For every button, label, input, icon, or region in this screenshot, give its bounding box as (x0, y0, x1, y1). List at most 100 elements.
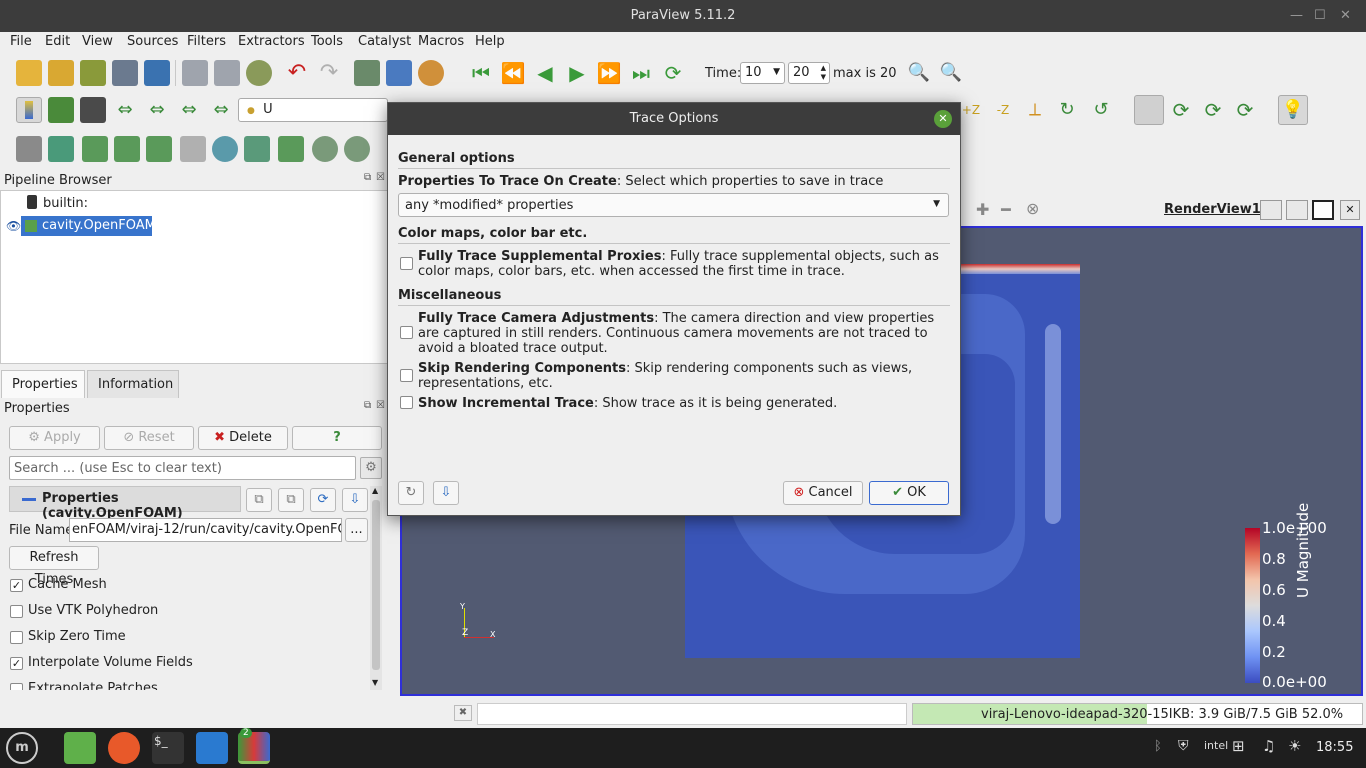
properties-scrollbar[interactable]: ▲ ▼ (370, 486, 382, 690)
apply-button[interactable]: ⚙ Apply (9, 426, 100, 450)
open-icon[interactable] (16, 60, 42, 86)
contour-icon[interactable] (48, 136, 74, 162)
dialog-close-icon[interactable]: ✕ (934, 110, 952, 128)
edit-colormap-icon[interactable] (48, 97, 74, 123)
supplemental-proxies-checkbox[interactable] (400, 257, 413, 270)
menu-sources[interactable]: Sources (127, 34, 178, 49)
extract-level-icon[interactable] (344, 136, 370, 162)
state-save-icon[interactable] (182, 60, 208, 86)
menu-view[interactable]: View (82, 34, 113, 49)
loop-icon[interactable]: ⟳ (660, 60, 686, 86)
menu-edit[interactable]: Edit (45, 34, 70, 49)
vtk-polyhedron-checkbox[interactable] (10, 605, 23, 618)
threshold-icon[interactable] (146, 136, 172, 162)
menu-filters[interactable]: Filters (187, 34, 226, 49)
sound-icon[interactable]: ♫ (1262, 737, 1275, 755)
skip-zero-time-checkbox[interactable] (10, 631, 23, 644)
view-plus-z-icon[interactable]: +Z (958, 97, 984, 123)
reset-center-icon[interactable]: ⟳ (1232, 97, 1258, 123)
split-add-icon[interactable]: ✚ (976, 200, 989, 219)
firefox-icon[interactable] (108, 732, 140, 764)
warp-icon[interactable] (278, 136, 304, 162)
files-icon[interactable] (64, 732, 96, 764)
view-minus-z-icon[interactable]: -Z (990, 97, 1016, 123)
reset-range-icon[interactable] (80, 97, 106, 123)
interaction-mode-icon[interactable] (1134, 95, 1164, 125)
vscode-icon[interactable] (196, 732, 228, 764)
clock[interactable]: 18:55 (1316, 740, 1353, 755)
next-frame-icon[interactable]: ⏩ (596, 60, 622, 86)
play-icon[interactable]: ▶ (564, 60, 590, 86)
group-icon[interactable] (312, 136, 338, 162)
rotate-minus90-icon[interactable]: ↺ (1088, 97, 1114, 123)
rescale-time-icon[interactable]: ⇔ (176, 97, 202, 123)
properties-close-icon[interactable]: ☒ (376, 400, 385, 411)
camera-reset-icon[interactable] (354, 60, 380, 86)
close-view-icon[interactable]: ✕ (1340, 200, 1360, 220)
reverse-play-icon[interactable]: ◀ (532, 60, 558, 86)
first-frame-icon[interactable]: ⏮ (468, 60, 494, 86)
delete-button[interactable]: ✖ Delete (198, 426, 288, 450)
menu-extractors[interactable]: Extractors (238, 34, 305, 49)
save-defaults-icon[interactable]: ⇩ (433, 481, 459, 505)
maximize-icon[interactable]: ☐ (1314, 0, 1326, 32)
interpolate-fields-checkbox[interactable]: ✓ (10, 657, 23, 670)
tab-information[interactable]: Information (87, 370, 179, 398)
rescale-visible-icon[interactable]: ⇔ (208, 97, 234, 123)
tab-properties[interactable]: Properties (1, 370, 85, 398)
properties-to-trace-select[interactable]: any *modified* properties ▼ (398, 193, 949, 217)
pick-center-icon[interactable]: ⟳ (1200, 97, 1226, 123)
rotate-plus90-icon[interactable]: ↻ (1054, 97, 1080, 123)
extrapolate-patches-checkbox[interactable] (10, 683, 23, 690)
cancel-button[interactable]: ⊗ Cancel (783, 481, 863, 505)
timer-icon[interactable] (246, 60, 272, 86)
camera-adjustments-checkbox[interactable] (400, 326, 413, 339)
light-kit-icon[interactable]: 💡 (1278, 95, 1308, 125)
pipeline-item-builtin[interactable]: builtin: (43, 196, 88, 211)
network-icon[interactable]: ⊞ (1232, 737, 1245, 755)
clip-icon[interactable] (82, 136, 108, 162)
time-index-spinbox[interactable]: 20 ▲ ▼ (788, 62, 830, 84)
skip-rendering-checkbox[interactable] (400, 369, 413, 382)
close-icon[interactable]: ✕ (1340, 0, 1351, 32)
undo-icon[interactable]: ↶ (284, 60, 310, 86)
rotation-center-icon[interactable]: ⟳ (1168, 97, 1194, 123)
visibility-eye-icon[interactable]: 👁 (6, 219, 21, 233)
incremental-trace-checkbox[interactable] (400, 396, 413, 409)
split-vertical-icon[interactable] (1286, 200, 1308, 220)
slice-icon[interactable] (114, 136, 140, 162)
browse-button[interactable]: ... (345, 518, 368, 542)
paste-icon[interactable]: ⧉ (278, 488, 304, 512)
cache-mesh-checkbox[interactable]: ✓ (10, 579, 23, 592)
menu-catalyst[interactable]: Catalyst (358, 34, 411, 49)
menu-file[interactable]: File (10, 34, 32, 49)
close-panel-icon[interactable]: ☒ (376, 172, 385, 183)
find-data-icon[interactable]: 🔍 (906, 60, 932, 86)
connect-icon[interactable] (112, 60, 138, 86)
terminal-icon[interactable]: $_ (152, 732, 184, 764)
brightness-icon[interactable]: ☀ (1288, 737, 1301, 755)
color-legend-icon[interactable] (16, 97, 42, 123)
render-icon[interactable] (386, 60, 412, 86)
rescale-icon[interactable]: ⇔ (112, 97, 138, 123)
array-select[interactable]: ● U (238, 98, 388, 122)
previous-frame-icon[interactable]: ⏪ (500, 60, 526, 86)
refresh-times-button[interactable]: Refresh Times (9, 546, 99, 587)
undock-icon[interactable]: ⧉ (364, 172, 371, 183)
file-name-input[interactable]: enFOAM/viraj-12/run/cavity/cavity.OpenFO… (69, 518, 342, 542)
mint-menu-icon[interactable]: m (6, 732, 38, 764)
properties-search-input[interactable]: Search ... (use Esc to clear text) (9, 456, 356, 480)
rescale-custom-icon[interactable]: ⇔ (144, 97, 170, 123)
save-settings-icon[interactable]: ⇩ (342, 488, 368, 512)
disconnect-icon[interactable] (144, 60, 170, 86)
copy-icon[interactable]: ⧉ (246, 488, 272, 512)
bluetooth-icon[interactable]: ᛒ (1154, 739, 1162, 754)
calculator-icon[interactable] (16, 136, 42, 162)
shield-icon[interactable]: ⛨ (1178, 738, 1189, 754)
extract-subset-icon[interactable] (180, 136, 206, 162)
help-button[interactable]: ? (292, 426, 382, 450)
clear-status-icon[interactable]: ✖ (454, 705, 472, 721)
restore-defaults-icon[interactable]: ↻ (398, 481, 424, 505)
split-horizontal-icon[interactable] (1260, 200, 1282, 220)
time-value-select[interactable]: 10 ▼ (740, 62, 785, 84)
